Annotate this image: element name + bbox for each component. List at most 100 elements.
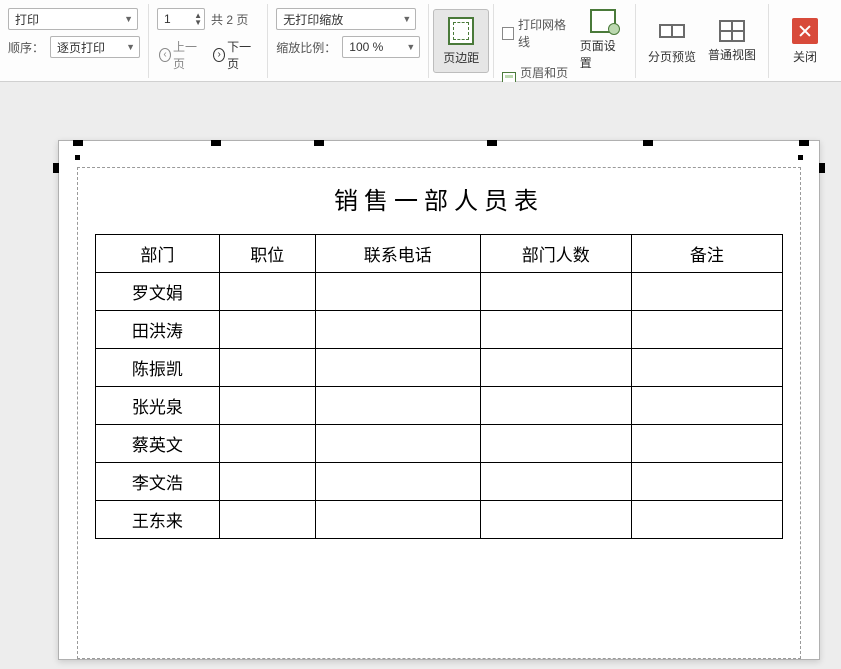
scale-mode-value: 无打印缩放 xyxy=(283,11,343,28)
toolbar-group-margins: 页边距 xyxy=(429,4,494,78)
table-header: 联系电话 xyxy=(315,235,480,273)
personnel-table: 部门 职位 联系电话 部门人数 备注 罗文娟田洪涛陈振凯张光泉蔡英文李文浩王东来 xyxy=(95,234,783,539)
normal-view-label: 普通视图 xyxy=(708,46,756,63)
table-cell xyxy=(631,311,782,349)
next-page-label: 下一页 xyxy=(227,38,257,72)
margin-handle[interactable] xyxy=(799,140,809,146)
toolbar-group-pagesetup: 打印网格线 页眉和页脚 页面设置 xyxy=(494,4,636,78)
table-header: 职位 xyxy=(219,235,315,273)
table-row: 李文浩 xyxy=(96,463,783,501)
order-label: 顺序： xyxy=(8,39,44,56)
table-cell xyxy=(315,349,480,387)
margin-handle[interactable] xyxy=(53,163,59,173)
normal-view-button[interactable]: 普通视图 xyxy=(704,9,760,73)
checkbox-icon xyxy=(502,27,514,40)
caret-down-icon: ▼ xyxy=(406,42,415,52)
table-row: 陈振凯 xyxy=(96,349,783,387)
margins-label: 页边距 xyxy=(443,49,479,66)
table-cell xyxy=(480,501,631,539)
margin-corner[interactable] xyxy=(798,155,803,160)
table-cell xyxy=(631,463,782,501)
margin-handle[interactable] xyxy=(643,140,653,146)
table-cell: 田洪涛 xyxy=(96,311,220,349)
page-setup-button[interactable]: 页面设置 xyxy=(579,8,627,72)
spin-buttons[interactable]: ▲▼ xyxy=(194,12,202,26)
close-label: 关闭 xyxy=(793,48,817,65)
table-header: 部门人数 xyxy=(480,235,631,273)
table-cell xyxy=(315,463,480,501)
table-row: 罗文娟 xyxy=(96,273,783,311)
caret-down-icon: ▼ xyxy=(402,14,411,24)
table-cell xyxy=(631,349,782,387)
margin-handle[interactable] xyxy=(314,140,324,146)
print-order-combo[interactable]: 逐页打印 ▼ xyxy=(50,36,140,58)
table-cell: 罗文娟 xyxy=(96,273,220,311)
scale-ratio-combo[interactable]: 100 % ▼ xyxy=(342,36,420,58)
page-number-input[interactable]: 1 ▲▼ xyxy=(157,8,205,30)
gridlines-label: 打印网格线 xyxy=(518,16,571,50)
table-cell: 王东来 xyxy=(96,501,220,539)
table-cell xyxy=(480,349,631,387)
scale-ratio-value: 100 % xyxy=(349,40,383,54)
table-cell: 蔡英文 xyxy=(96,425,220,463)
page-number-value: 1 xyxy=(164,12,171,26)
margin-handle[interactable] xyxy=(73,140,83,146)
close-icon xyxy=(792,18,818,44)
toolbar-group-close: 关闭 xyxy=(769,4,841,78)
toolbar-group-page-nav: 1 ▲▼ 共 2 页 ‹ 上一页 › 下一页 xyxy=(149,4,268,78)
toolbar-group-print: 打印 ▼ 顺序： 逐页打印 ▼ xyxy=(0,4,149,78)
print-mode-combo[interactable]: 打印 ▼ xyxy=(8,8,138,30)
chevron-left-icon: ‹ xyxy=(159,48,171,62)
print-mode-value: 打印 xyxy=(15,11,39,28)
preview-page: 销售一部人员表 部门 职位 联系电话 部门人数 备注 罗文娟田洪涛陈振凯张光泉蔡… xyxy=(58,140,820,660)
page-total-label: 共 2 页 xyxy=(211,11,248,28)
page-break-label: 分页预览 xyxy=(648,48,696,65)
close-button[interactable]: 关闭 xyxy=(777,9,833,73)
page-break-preview-button[interactable]: 分页预览 xyxy=(644,9,700,73)
margins-icon xyxy=(448,17,474,45)
margins-button[interactable]: 页边距 xyxy=(433,9,489,73)
table-cell xyxy=(480,273,631,311)
margin-handle[interactable] xyxy=(487,140,497,146)
caret-down-icon: ▼ xyxy=(124,14,133,24)
next-page-button[interactable]: › 下一页 xyxy=(211,36,259,74)
margin-handle[interactable] xyxy=(819,163,825,173)
prev-page-label: 上一页 xyxy=(173,38,203,72)
table-cell xyxy=(631,387,782,425)
print-preview-workspace: 销售一部人员表 部门 职位 联系电话 部门人数 备注 罗文娟田洪涛陈振凯张光泉蔡… xyxy=(0,82,841,669)
prev-page-button[interactable]: ‹ 上一页 xyxy=(157,36,205,74)
page-setup-icon xyxy=(590,9,616,33)
table-cell: 陈振凯 xyxy=(96,349,220,387)
table-row: 田洪涛 xyxy=(96,311,783,349)
chevron-right-icon: › xyxy=(213,48,225,62)
gridlines-checkbox[interactable]: 打印网格线 xyxy=(502,14,571,52)
print-preview-toolbar: 打印 ▼ 顺序： 逐页打印 ▼ 1 ▲▼ 共 2 页 ‹ 上一页 xyxy=(0,0,841,82)
page-break-icon xyxy=(659,18,685,44)
caret-down-icon: ▼ xyxy=(126,42,135,52)
table-cell: 李文浩 xyxy=(96,463,220,501)
table-cell xyxy=(219,273,315,311)
toolbar-group-views: 分页预览 普通视图 xyxy=(636,4,769,78)
table-header-row: 部门 职位 联系电话 部门人数 备注 xyxy=(96,235,783,273)
scale-ratio-label: 缩放比例： xyxy=(276,39,336,56)
normal-view-icon xyxy=(719,20,745,42)
table-cell xyxy=(480,387,631,425)
table-cell xyxy=(631,501,782,539)
table-cell xyxy=(315,387,480,425)
table-row: 蔡英文 xyxy=(96,425,783,463)
table-cell xyxy=(480,425,631,463)
table-cell xyxy=(480,463,631,501)
margin-handle[interactable] xyxy=(211,140,221,146)
table-cell xyxy=(219,349,315,387)
table-cell xyxy=(219,501,315,539)
document-title: 销售一部人员表 xyxy=(95,181,783,216)
table-row: 王东来 xyxy=(96,501,783,539)
margin-corner[interactable] xyxy=(75,155,80,160)
table-header: 部门 xyxy=(96,235,220,273)
table-cell xyxy=(631,425,782,463)
table-cell xyxy=(315,425,480,463)
table-cell xyxy=(315,501,480,539)
table-cell xyxy=(219,311,315,349)
scale-mode-combo[interactable]: 无打印缩放 ▼ xyxy=(276,8,416,30)
toolbar-group-scale: 无打印缩放 ▼ 缩放比例： 100 % ▼ xyxy=(268,4,429,78)
